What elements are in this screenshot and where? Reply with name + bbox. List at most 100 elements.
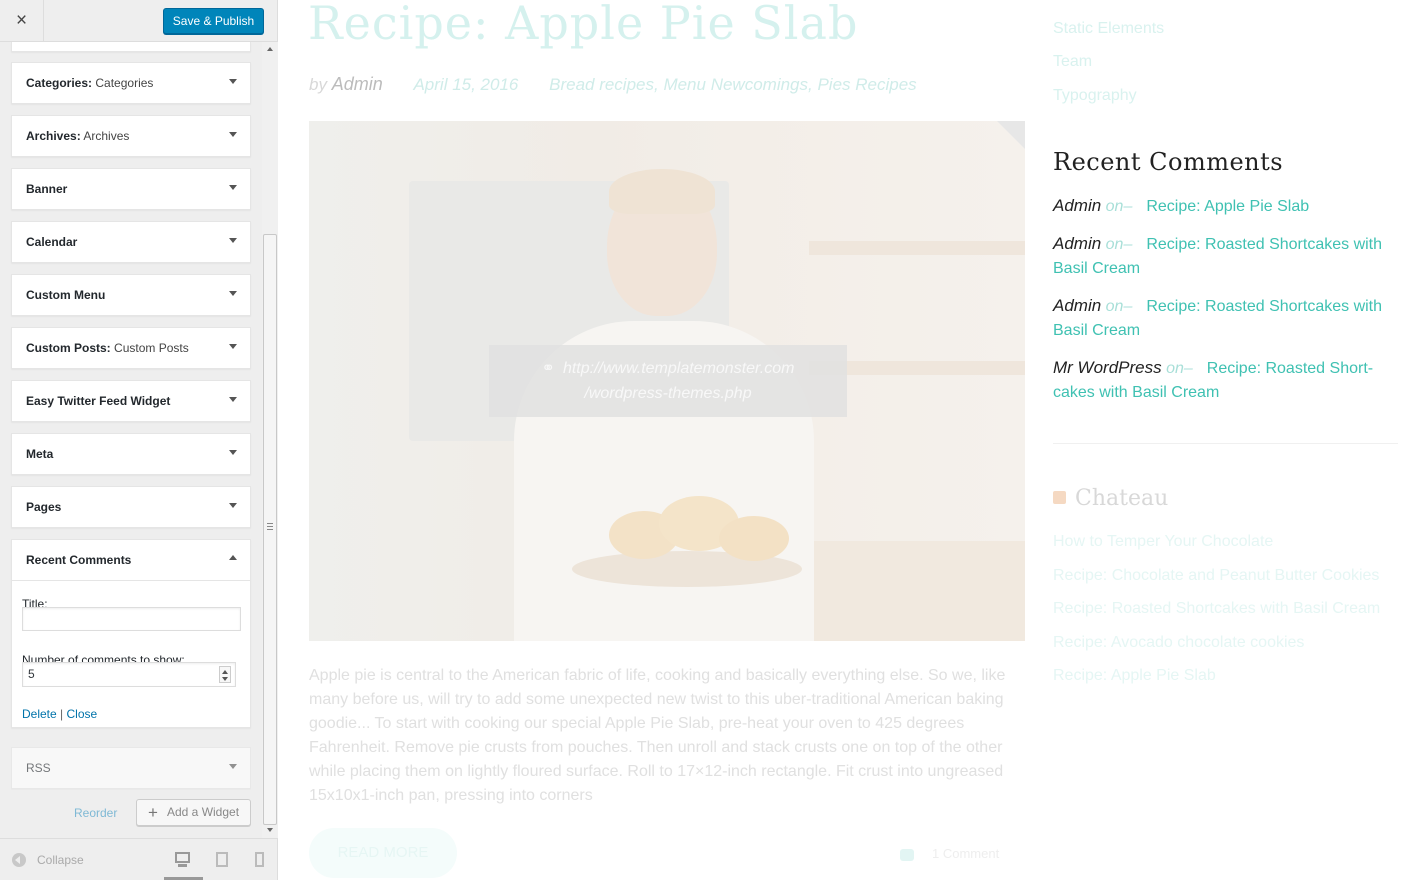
widget-title: Recent Comments — [26, 553, 132, 567]
widget-recent-comments: Recent Comments Title: Number of comment… — [11, 539, 251, 728]
chevron-down-icon[interactable] — [229, 79, 237, 84]
post-meta: by Admin April 15, 2016 Bread recipes, M… — [309, 74, 917, 95]
feed-link[interactable]: How to Temper Your Chocolate — [1053, 533, 1273, 551]
plus-icon: + — [148, 803, 158, 822]
chevron-down-icon[interactable] — [229, 132, 237, 137]
widget-recent-comments-header[interactable]: Recent Comments — [12, 540, 250, 581]
recent-comment-item: Admin on– Recipe: Roasted Shortcakes with… — [1053, 232, 1398, 281]
feed-link[interactable]: Recipe: Chocolate and Peanut Butter Cook… — [1053, 567, 1379, 585]
post-featured-image[interactable]: ⚭ http://www.templatemonster.com /wordpre… — [309, 121, 1025, 641]
collapse-button[interactable]: Collapse — [12, 851, 84, 869]
widget-categories[interactable]: Categories: Categories — [11, 62, 251, 104]
chevron-up-icon[interactable] — [229, 555, 237, 560]
title-input[interactable] — [22, 607, 241, 631]
post-date[interactable]: April 15, 2016 — [413, 75, 518, 94]
spinner-down-icon[interactable] — [222, 677, 228, 681]
post-author[interactable]: Admin — [332, 74, 383, 94]
comment-on: on– — [1105, 236, 1133, 253]
customizer-footer: Collapse — [0, 838, 277, 880]
actions-separator: | — [60, 707, 64, 721]
post-link-overlay[interactable]: ⚭ http://www.templatemonster.com /wordpre… — [489, 345, 847, 417]
chevron-down-icon[interactable] — [229, 397, 237, 402]
post-comment-count[interactable]: 1 Comment — [900, 846, 999, 861]
tablet-icon — [216, 852, 228, 867]
widget-subtitle: Custom Posts — [114, 341, 189, 355]
number-spinner[interactable] — [219, 666, 231, 683]
scroll-down-icon[interactable] — [267, 828, 273, 832]
widget-actions: Delete | Close — [22, 707, 97, 721]
widget-subtitle: Archives — [83, 129, 130, 143]
rss-feed-title[interactable]: Chateau — [1075, 486, 1168, 511]
number-of-comments-input[interactable]: 5 — [22, 662, 236, 687]
site-preview: Recipe: Apple Pie Slab by Admin April 15… — [278, 0, 1425, 880]
preview-mobile-button[interactable] — [250, 849, 272, 871]
widget-calendar[interactable]: Calendar — [11, 221, 251, 263]
rss-feed-heading: Chateau — [1053, 486, 1168, 511]
widget-pages[interactable]: Pages — [11, 486, 251, 528]
sidebar-scrollbar[interactable] — [262, 42, 278, 838]
comment-author[interactable]: Admin — [1053, 296, 1101, 315]
chevron-down-icon[interactable] — [229, 238, 237, 243]
recent-comment-item: Admin on– Recipe: Apple Pie Slab — [1053, 194, 1398, 219]
scrollbar-thumb[interactable] — [263, 234, 277, 825]
widget-custom-menu[interactable]: Custom Menu — [11, 274, 251, 316]
post-format-corner — [997, 121, 1025, 149]
sidebar-divider — [1053, 443, 1398, 444]
delete-widget-link[interactable]: Delete — [22, 707, 57, 721]
page-link[interactable]: Typography — [1053, 87, 1137, 105]
chevron-down-icon[interactable] — [229, 764, 237, 769]
feed-link[interactable]: Recipe: Avocado chocolate cookies — [1053, 634, 1304, 652]
comment-post-link[interactable]: Recipe: Roasted Shortcakes with Basil Cr… — [1053, 298, 1382, 339]
widget-title: Categories: — [26, 76, 93, 90]
mobile-icon — [255, 852, 264, 867]
recent-comments-heading: Recent Comments — [1053, 148, 1284, 176]
rss-icon[interactable] — [1053, 491, 1066, 504]
comment-author[interactable]: Admin — [1053, 196, 1101, 215]
widget-title: Custom Menu — [26, 288, 106, 302]
chevron-down-icon[interactable] — [229, 291, 237, 296]
spinner-up-icon[interactable] — [222, 670, 228, 674]
chevron-down-icon[interactable] — [229, 450, 237, 455]
add-widget-button[interactable]: + Add a Widget — [136, 799, 251, 826]
chevron-down-icon[interactable] — [229, 185, 237, 190]
preview-tablet-button[interactable] — [212, 849, 234, 871]
widget-title: Pages — [26, 500, 62, 514]
comment-post-link[interactable]: Recipe: Apple Pie Slab — [1146, 198, 1309, 215]
close-widget-link[interactable]: Close — [67, 707, 98, 721]
close-customizer-button[interactable]: × — [0, 0, 44, 42]
chevron-down-icon[interactable] — [229, 344, 237, 349]
page-link[interactable]: Team — [1053, 53, 1092, 71]
comment-author[interactable]: Admin — [1053, 234, 1101, 253]
save-publish-button[interactable]: Save & Publish — [163, 8, 264, 34]
widget-archives[interactable]: Archives: Archives — [11, 115, 251, 157]
customizer-header: × Save & Publish — [0, 0, 277, 42]
read-more-button[interactable]: READ MORE — [309, 828, 457, 878]
comment-author[interactable]: Mr WordPress — [1053, 358, 1162, 377]
widget-meta[interactable]: Meta — [11, 433, 251, 475]
widget-partial-top — [11, 42, 251, 52]
post-title[interactable]: Recipe: Apple Pie Slab — [308, 0, 858, 50]
widget-custom-posts[interactable]: Custom Posts: Custom Posts — [11, 327, 251, 369]
chevron-down-icon[interactable] — [229, 503, 237, 508]
widget-list: Categories: Categories Archives: Archive… — [0, 42, 262, 838]
scroll-up-icon[interactable] — [267, 47, 273, 51]
widget-banner[interactable]: Banner — [11, 168, 251, 210]
post-categories[interactable]: Bread recipes, Menu Newcomings, Pies Rec… — [549, 75, 917, 94]
widget-title: Easy Twitter Feed Widget — [26, 394, 171, 408]
post-by: by — [309, 75, 327, 94]
reorder-link[interactable]: Reorder — [74, 806, 117, 820]
collapse-arrow-icon — [12, 853, 26, 867]
widget-rss[interactable]: RSS — [11, 747, 251, 789]
customizer-sidebar: × Save & Publish Categories: Categories … — [0, 0, 278, 880]
feed-link[interactable]: Recipe: Roasted Shortcakes with Basil Cr… — [1053, 600, 1380, 618]
widget-title: Calendar — [26, 235, 78, 249]
link-url-line2: /wordpress-themes.php — [584, 385, 752, 402]
page-link[interactable]: Static Elements — [1053, 20, 1164, 38]
preview-desktop-button[interactable] — [172, 849, 194, 871]
comment-post-link[interactable]: Recipe: Roasted Shortcakes with Basil Cr… — [1053, 236, 1382, 277]
comment-on: on– — [1105, 198, 1133, 215]
feed-link[interactable]: Recipe: Apple Pie Slab — [1053, 667, 1216, 685]
link-icon: ⚭ — [541, 360, 555, 377]
widget-easy-twitter-feed[interactable]: Easy Twitter Feed Widget — [11, 380, 251, 422]
close-icon: × — [15, 10, 28, 31]
